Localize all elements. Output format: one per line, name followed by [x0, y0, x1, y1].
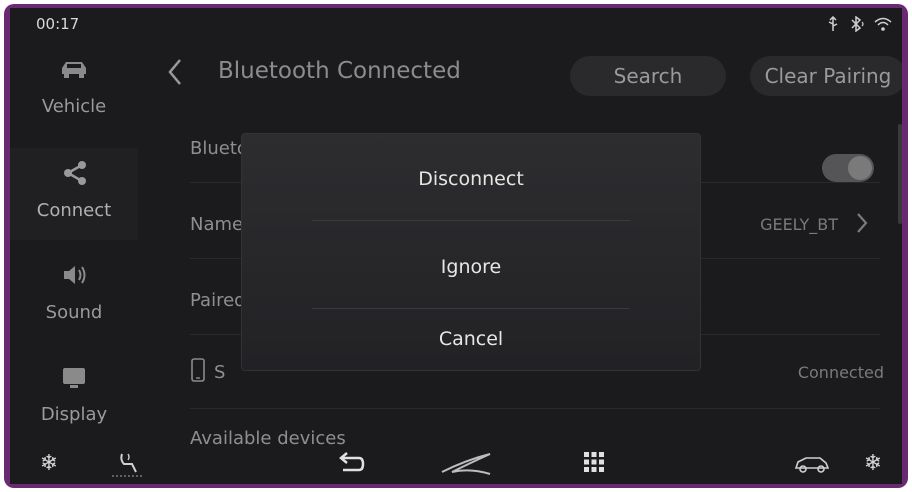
- infotainment-screen: 00:17 Vehicle Connect Sound Display Blue…: [10, 8, 902, 484]
- disconnect-dialog: Disconnect Ignore Cancel: [242, 134, 700, 370]
- device-label: S: [214, 362, 226, 383]
- seat-heat-icon[interactable]: [106, 450, 146, 478]
- row-label: Paired: [190, 290, 246, 311]
- ignore-option[interactable]: Ignore: [242, 256, 700, 278]
- chevron-right-icon: [854, 208, 870, 243]
- cancel-option[interactable]: Cancel: [242, 328, 700, 350]
- page-title: Bluetooth Connected: [218, 58, 461, 84]
- status-icons: [826, 15, 892, 36]
- monitor-icon: [54, 362, 94, 392]
- sidebar-item-sound[interactable]: Sound: [10, 250, 138, 342]
- share-icon: [54, 158, 94, 188]
- bluetooth-toggle[interactable]: [822, 154, 874, 182]
- snowflake-icon[interactable]: ❄: [858, 450, 888, 478]
- sidebar-item-label: Display: [40, 404, 108, 425]
- snowflake-icon[interactable]: ❄: [34, 450, 64, 478]
- back-chevron-icon[interactable]: [162, 54, 186, 90]
- sidebar-item-label: Vehicle: [41, 96, 107, 117]
- sidebar-item-vehicle[interactable]: Vehicle: [10, 44, 138, 136]
- clock: 00:17: [36, 15, 80, 33]
- bluetooth-icon: [848, 15, 866, 36]
- logo-icon[interactable]: [436, 450, 496, 478]
- bottom-bar: ❄ ❄: [10, 444, 902, 484]
- speaker-icon: [54, 260, 94, 290]
- divider: [312, 308, 630, 309]
- toggle-knob: [848, 156, 872, 180]
- sidebar-item-connect[interactable]: Connect: [10, 148, 138, 240]
- disconnect-option[interactable]: Disconnect: [242, 168, 700, 190]
- clear-pairing-button[interactable]: Clear Pairing: [750, 56, 902, 96]
- sidebar-item-label: Sound: [45, 302, 103, 323]
- connection-status: Connected: [797, 363, 884, 382]
- phone-icon: [190, 358, 206, 387]
- sidebar: Vehicle Connect Sound Display: [10, 44, 138, 440]
- divider: [312, 220, 630, 221]
- sidebar-item-label: Connect: [36, 200, 112, 221]
- device-name-value: GEELY_BT: [760, 215, 838, 234]
- wifi-icon: [874, 16, 892, 36]
- car-icon: [54, 54, 94, 84]
- car-outline-icon[interactable]: [792, 450, 832, 478]
- sidebar-item-display[interactable]: Display: [10, 352, 138, 444]
- status-bar: 00:17: [10, 8, 902, 44]
- apps-grid-icon[interactable]: [576, 450, 612, 478]
- usb-icon: [826, 15, 840, 36]
- scrollbar[interactable]: [898, 124, 902, 224]
- search-button[interactable]: Search: [570, 56, 726, 96]
- row-label: Name: [190, 214, 244, 235]
- back-arrow-icon[interactable]: [332, 450, 368, 478]
